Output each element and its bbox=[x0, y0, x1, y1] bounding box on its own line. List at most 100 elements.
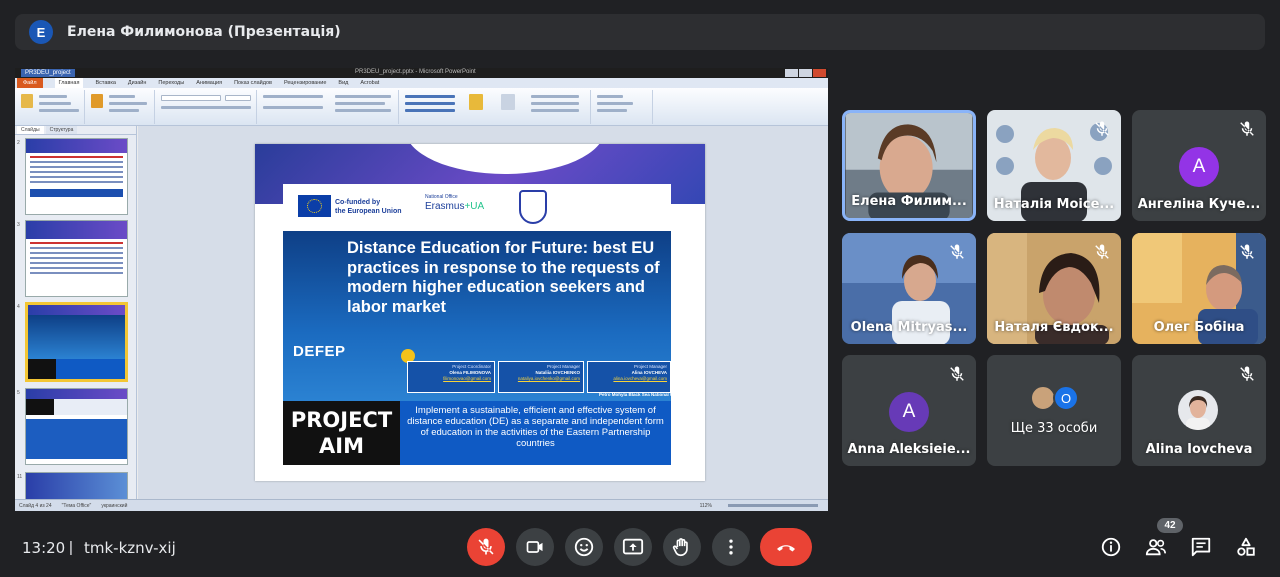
people-button[interactable] bbox=[1145, 536, 1167, 558]
ribbon-group-editing bbox=[593, 90, 653, 124]
mic-toggle-button[interactable] bbox=[467, 528, 505, 566]
current-slide: Co-funded by the European Union National… bbox=[255, 144, 705, 481]
mic-off-icon bbox=[478, 538, 494, 555]
participant-tile[interactable]: Olena Mitryas... bbox=[842, 233, 976, 344]
manager-card: Project Manager Alina IOVCHEVA alina.iov… bbox=[587, 361, 671, 393]
slide-thumbnail bbox=[25, 220, 128, 297]
reactions-button[interactable] bbox=[565, 528, 603, 566]
project-aim-text: Implement a sustainable, efficient and e… bbox=[400, 401, 671, 465]
powerpoint-statusbar: Слайд 4 из 24 "Тема Office" украинский 1… bbox=[15, 499, 828, 511]
end-call-button[interactable] bbox=[760, 528, 812, 566]
presenter-avatar: E bbox=[29, 20, 53, 44]
ribbon-tab-design: Дизайн bbox=[127, 80, 147, 86]
chat-icon bbox=[1191, 537, 1211, 557]
ribbon-tab-insert: Вставка bbox=[95, 80, 116, 86]
ribbon-group-paragraph bbox=[259, 90, 399, 124]
ribbon-group-drawing bbox=[401, 90, 591, 124]
more-options-button[interactable] bbox=[712, 528, 750, 566]
minimize-icon bbox=[785, 69, 798, 77]
participant-tile[interactable]: Елена Филим... bbox=[842, 110, 976, 221]
meeting-details-button[interactable] bbox=[1100, 536, 1122, 558]
participant-name: Alina Iovcheva bbox=[1145, 442, 1253, 457]
national-office-text: National Office bbox=[425, 194, 458, 200]
close-icon bbox=[813, 69, 826, 77]
participant-tile[interactable]: Олег Бобіна bbox=[1132, 233, 1266, 344]
more-participants-label: Ще 33 особи bbox=[1010, 421, 1098, 436]
hang-up-icon bbox=[777, 545, 795, 552]
call-controls-bar: 13:20 | tmk-kznv-xij bbox=[0, 520, 1280, 577]
more-participants-tile[interactable]: O Ще 33 особи bbox=[987, 355, 1121, 466]
eu-flag-icon bbox=[298, 195, 331, 217]
participant-tile[interactable]: Наталя Євдок... bbox=[987, 233, 1121, 344]
ribbon-tab-animation: Анимация bbox=[196, 80, 223, 86]
emoji-icon bbox=[574, 537, 594, 557]
participant-thumb: O bbox=[1053, 385, 1079, 411]
activities-button[interactable] bbox=[1235, 536, 1257, 558]
ribbon-tab-acrobat: Acrobat bbox=[360, 80, 380, 86]
slide-title: Distance Education for Future: best EU p… bbox=[347, 239, 660, 316]
separator: | bbox=[69, 539, 73, 556]
mic-off-icon bbox=[1095, 244, 1109, 259]
slide-thumbnail bbox=[25, 138, 128, 215]
present-now-button[interactable] bbox=[614, 528, 652, 566]
info-icon bbox=[1101, 537, 1121, 557]
participant-name: Anna Aleksieie... bbox=[847, 442, 971, 457]
participant-name: Наталя Євдок... bbox=[994, 320, 1114, 335]
ribbon-group-font bbox=[157, 90, 257, 124]
university-name: Petro Mohyla Black Sea National Universi… bbox=[599, 392, 692, 397]
mic-off-icon bbox=[1240, 244, 1254, 259]
mic-off-icon bbox=[1095, 121, 1109, 136]
participant-tile[interactable]: A Anna Aleksieie... bbox=[842, 355, 976, 466]
participant-tile[interactable]: Alina Iovcheva bbox=[1132, 355, 1266, 466]
slide-thumbnail-selected bbox=[25, 302, 128, 382]
maximize-icon bbox=[799, 69, 812, 77]
ribbon-tab-file: Файл bbox=[17, 78, 43, 88]
video-camera-icon bbox=[526, 541, 543, 553]
slide-number: 4 bbox=[17, 304, 20, 310]
more-vert-icon bbox=[729, 539, 733, 555]
tab-outline: Структура bbox=[45, 126, 78, 134]
participant-tile[interactable]: А Ангеліна Куче... bbox=[1132, 110, 1266, 221]
slide-number: 3 bbox=[17, 222, 20, 228]
manager-card: Project Coordinator Olena FILIMONOVA fil… bbox=[407, 361, 495, 393]
powerpoint-titlebar: PR3DEU_project PR3DEU_project.pptx - Mic… bbox=[15, 68, 828, 78]
ribbon-tab-slideshow: Показ слайдов bbox=[234, 80, 272, 86]
ribbon-tabs: Файл Главная Вставка Дизайн Переходы Ани… bbox=[15, 78, 828, 88]
slide-number: 2 bbox=[17, 140, 20, 146]
powerpoint-window-title: PR3DEU_project.pptx - Microsoft PowerPoi… bbox=[355, 69, 476, 75]
mic-off-icon bbox=[950, 366, 964, 381]
presentation-banner: E Елена Филимонова (Презентація) bbox=[15, 14, 1265, 50]
shapes-icon bbox=[1237, 537, 1255, 556]
clock: 13:20 bbox=[22, 539, 66, 557]
participant-avatar: A bbox=[889, 392, 929, 432]
chat-button[interactable] bbox=[1190, 536, 1212, 558]
raise-hand-button[interactable] bbox=[663, 528, 701, 566]
logo-bar: Co-funded by the European Union National… bbox=[283, 184, 671, 231]
project-acronym: DEFEP bbox=[293, 343, 346, 360]
mic-off-icon bbox=[950, 244, 964, 259]
ribbon-group-clipboard bbox=[17, 90, 85, 124]
participant-tile[interactable]: Наталія Моісе... bbox=[987, 110, 1121, 221]
slides-panel-tabs: Слайды Структура bbox=[15, 126, 136, 135]
window-controls bbox=[785, 69, 826, 77]
present-screen-icon bbox=[622, 538, 644, 555]
presentation-title: Елена Филимонова (Презентація) bbox=[67, 24, 341, 40]
participant-name: Наталія Моісе... bbox=[993, 197, 1115, 212]
participant-avatar: А bbox=[1179, 147, 1219, 187]
meeting-code: tmk-kznv-xij bbox=[84, 539, 176, 557]
slide-thumbnail bbox=[25, 472, 128, 502]
ribbon-tab-transitions: Переходы bbox=[158, 80, 185, 86]
ribbon-tab-review: Рецензирование bbox=[283, 80, 327, 86]
people-icon bbox=[1145, 539, 1166, 556]
status-language: украинский bbox=[101, 502, 128, 509]
shared-screen: PR3DEU_project PR3DEU_project.pptx - Mic… bbox=[15, 68, 828, 511]
ribbon-group-slides bbox=[87, 90, 155, 124]
zoom-level: 112% bbox=[699, 502, 712, 509]
cofunded-text: Co-funded by the European Union bbox=[335, 199, 402, 215]
slide-number: 5 bbox=[17, 390, 20, 396]
powerpoint-doc-tab: PR3DEU_project bbox=[21, 69, 75, 77]
project-aim-label: PROJECT AIM bbox=[283, 401, 400, 465]
participant-name: Олег Бобіна bbox=[1153, 320, 1245, 335]
camera-toggle-button[interactable] bbox=[516, 528, 554, 566]
status-theme: "Тема Office" bbox=[61, 502, 92, 509]
